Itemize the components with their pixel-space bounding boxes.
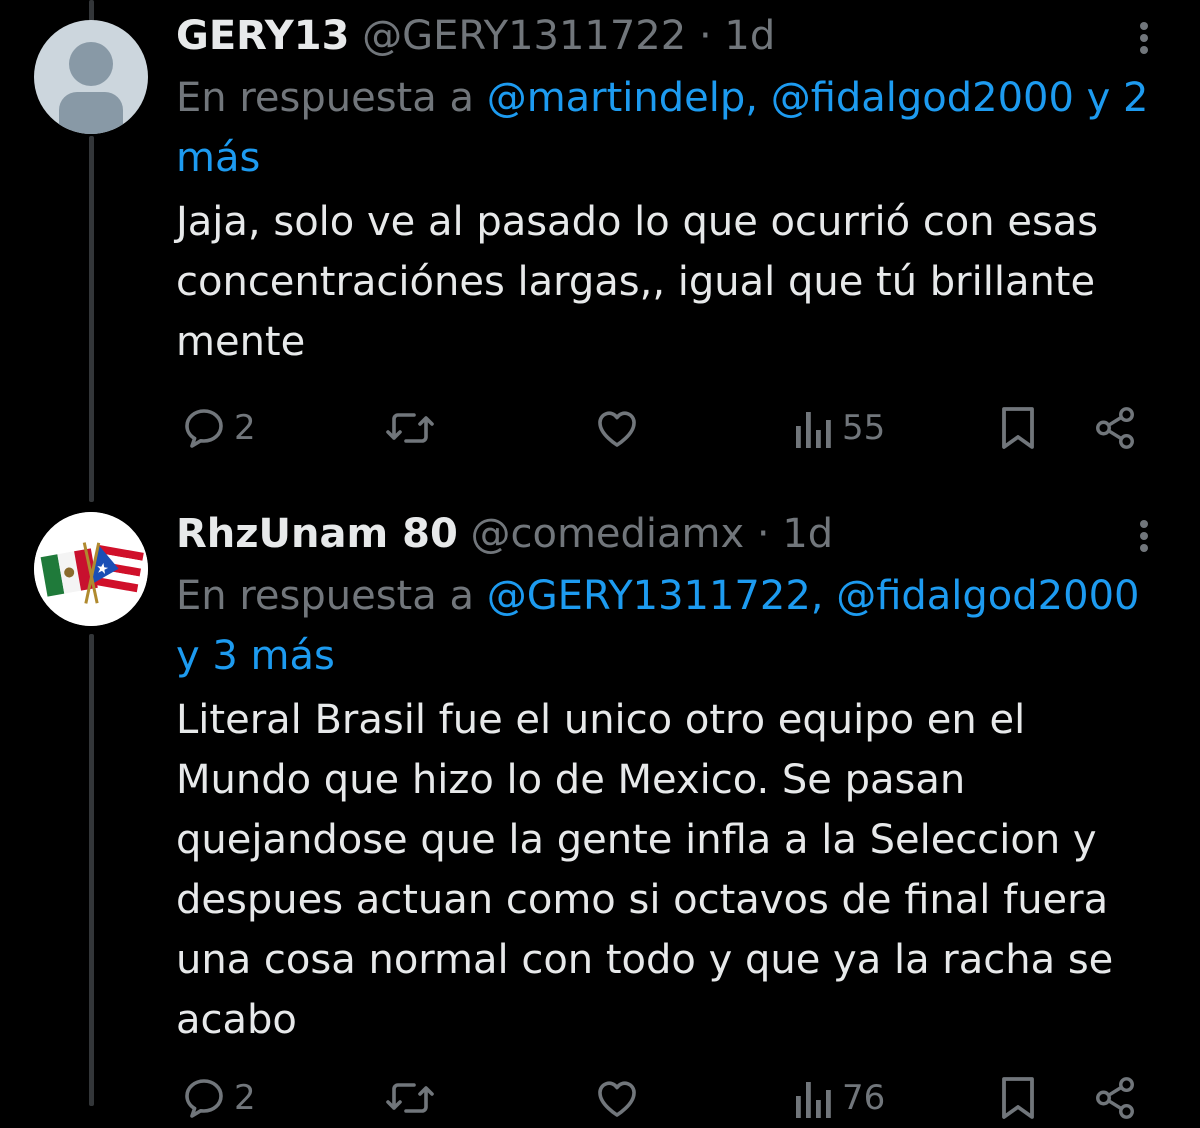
reply-context: En respuesta a @martindelp, @fidalgod200…: [176, 68, 1166, 188]
like-button[interactable]: [592, 398, 642, 458]
user-handle[interactable]: @GERY1311722: [362, 13, 686, 59]
heart-icon: [598, 1081, 636, 1117]
tweet-header: GERY13 @GERY1311722 · 1d: [176, 6, 775, 66]
tweet-text: Literal Brasil fue el unico otro equipo …: [176, 697, 1114, 1043]
action-bar: 2 55: [176, 398, 1166, 458]
timestamp[interactable]: 1d: [724, 13, 775, 59]
reply-prefix: En respuesta a: [176, 573, 474, 619]
default-profile-icon: [59, 42, 123, 134]
mexico-puerto-rico-flags-icon: [34, 512, 148, 626]
avatar[interactable]: [34, 20, 148, 134]
bookmark-button[interactable]: [998, 398, 1038, 458]
display-name[interactable]: RhzUnam 80: [176, 511, 458, 557]
bookmark-icon: [1002, 407, 1034, 449]
more-options-icon[interactable]: [1128, 18, 1160, 58]
share-button[interactable]: [1092, 398, 1138, 458]
tweet[interactable]: GERY13 @GERY1311722 · 1d En respuesta a …: [0, 0, 1200, 480]
reply-button[interactable]: 2: [180, 1068, 256, 1128]
separator-dot: ·: [756, 511, 770, 557]
action-bar: 2 76: [176, 1068, 1166, 1128]
bookmark-button[interactable]: [998, 1068, 1038, 1128]
retweet-icon: [386, 1083, 434, 1113]
share-icon: [1096, 1077, 1134, 1119]
reply-count: 2: [234, 1078, 256, 1118]
views-count: 55: [842, 408, 886, 448]
like-button[interactable]: [592, 1068, 642, 1128]
views-button[interactable]: 55: [792, 398, 885, 458]
reply-context: En respuesta a @GERY1311722, @fidalgod20…: [176, 566, 1166, 686]
share-icon: [1096, 407, 1134, 449]
reply-count: 2: [234, 408, 256, 448]
reply-icon: [185, 1079, 223, 1118]
views-chart-icon: [796, 1082, 831, 1118]
reply-prefix: En respuesta a: [176, 75, 474, 121]
tweet[interactable]: RhzUnam 80 @comediamx · 1d En respuesta …: [0, 498, 1200, 1119]
bookmark-icon: [1002, 1077, 1034, 1119]
tweet-text: Jaja, solo ve al pasado lo que ocurrió c…: [176, 199, 1099, 365]
views-chart-icon: [796, 412, 831, 448]
display-name[interactable]: GERY13: [176, 13, 349, 59]
tweet-header: RhzUnam 80 @comediamx · 1d: [176, 504, 833, 564]
reply-icon: [185, 409, 223, 448]
retweet-icon: [386, 413, 434, 443]
more-options-icon[interactable]: [1128, 516, 1160, 556]
views-button[interactable]: 76: [792, 1068, 885, 1128]
reply-button[interactable]: 2: [180, 398, 256, 458]
timestamp[interactable]: 1d: [782, 511, 833, 557]
retweet-button[interactable]: [384, 1068, 436, 1128]
user-handle[interactable]: @comediamx: [471, 511, 745, 557]
share-button[interactable]: [1092, 1068, 1138, 1128]
avatar[interactable]: [34, 512, 148, 626]
retweet-button[interactable]: [384, 398, 436, 458]
heart-icon: [598, 411, 636, 447]
separator-dot: ·: [698, 13, 712, 59]
views-count: 76: [842, 1078, 886, 1118]
